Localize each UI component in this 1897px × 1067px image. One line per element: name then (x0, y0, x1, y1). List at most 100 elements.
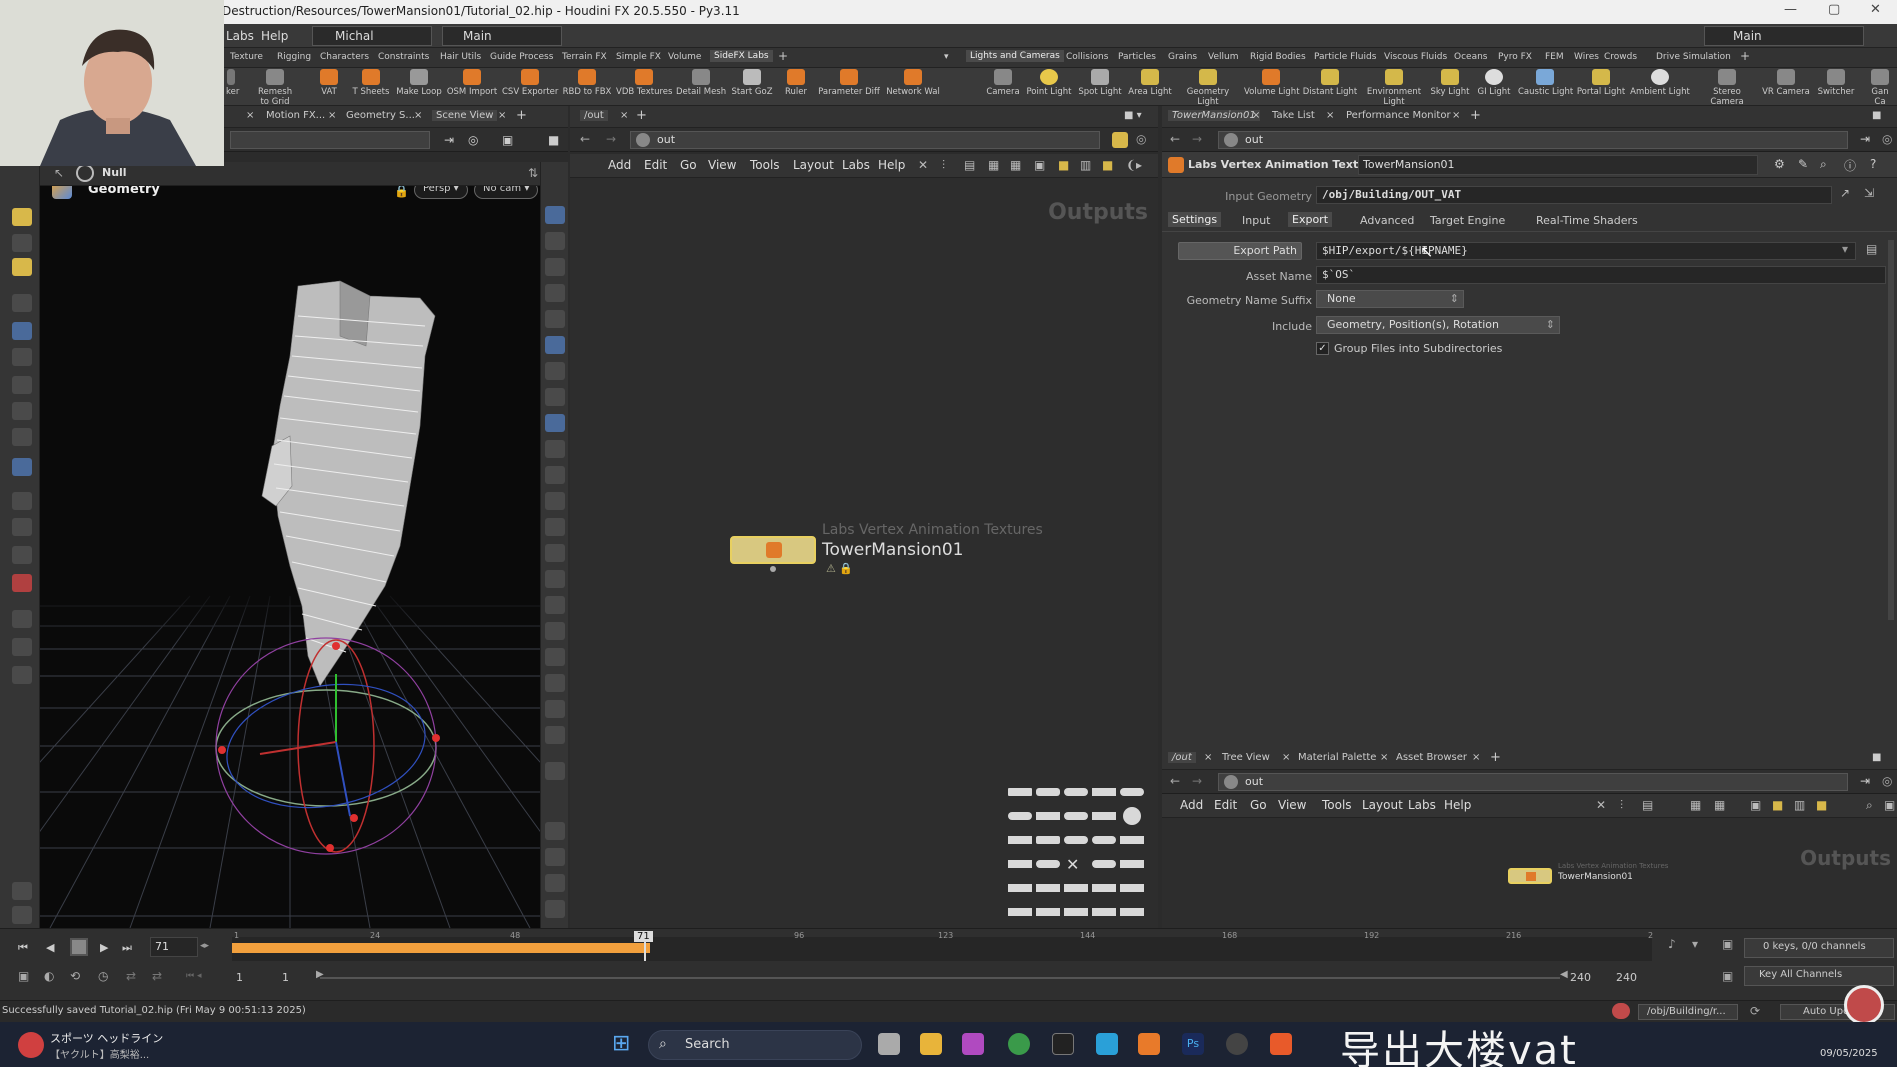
persp-dropdown[interactable]: Persp ▾ (414, 186, 468, 199)
keys-dropdown[interactable]: 0 keys, 0/0 channels (1744, 938, 1894, 958)
lower-menu-help[interactable]: Help (1444, 798, 1471, 812)
network-menu-view[interactable]: View (708, 158, 736, 172)
minimize-icon[interactable]: — (1784, 2, 1797, 17)
shelf-tool[interactable]: Volume Light (1244, 69, 1300, 97)
maximize-icon[interactable]: ▢ (1828, 2, 1840, 17)
timeline-track[interactable]: 71 1 24 48 96 123 144 168 192 216 2 (232, 931, 1653, 961)
info-icon[interactable]: ⓘ (1844, 157, 1856, 174)
pose-tool-icon[interactable] (12, 348, 32, 366)
realtime-toggle-icon[interactable]: ⇄ (152, 969, 162, 983)
add-tab-icon[interactable]: + (1470, 108, 1481, 123)
image-icon[interactable]: ▣ (1750, 798, 1761, 812)
shelf-tool[interactable]: Distant Light (1302, 69, 1358, 97)
measure-tool-icon[interactable] (12, 428, 32, 446)
tab-performance-monitor[interactable]: Performance Monitor (1346, 110, 1451, 121)
flat-icon[interactable] (545, 674, 565, 692)
display-icon[interactable]: ▣ (502, 133, 513, 147)
back-icon[interactable]: ← (1170, 132, 1180, 146)
shelf-tool[interactable]: Caustic Light (1518, 69, 1573, 97)
shelf-tool[interactable]: Network Wal (886, 69, 940, 97)
shelf-tab[interactable]: Vellum (1208, 52, 1238, 62)
render-icon[interactable] (12, 666, 32, 684)
taskbar-search-box[interactable]: ⌕ Search (648, 1030, 862, 1060)
render-region-icon[interactable] (12, 458, 32, 476)
lower-menu-tools[interactable]: Tools (1322, 798, 1352, 812)
key-icon[interactable] (545, 848, 565, 866)
desktop-dropdown[interactable]: Michal (312, 26, 432, 46)
flipbook-icon[interactable] (12, 638, 32, 656)
tab-close-icon[interactable]: × (1472, 752, 1480, 763)
scene-viewport[interactable]: Geometry 🔒 Persp ▾ No cam ▾ (40, 186, 540, 928)
news-title[interactable]: スポーツ ヘッドライン (50, 1030, 163, 1046)
tab-target-engine[interactable]: Target Engine (1430, 214, 1505, 227)
snapshot-icon[interactable]: ■ (548, 133, 559, 147)
tab-input[interactable]: Input (1242, 214, 1270, 227)
audio-icon[interactable]: ♪ (1668, 937, 1676, 951)
param-path-dropdown[interactable]: out (1218, 131, 1848, 149)
list-icon[interactable]: ▤ (1642, 798, 1653, 812)
tab-scene-view[interactable]: Scene View (432, 110, 498, 121)
export-path-field[interactable]: $HIP/export/${HIPNAME} (1316, 242, 1856, 260)
pin-icon[interactable]: ⇥ (1860, 774, 1870, 788)
shelf-tab[interactable]: Texture (230, 52, 263, 62)
shelf-tab[interactable]: Oceans (1454, 52, 1487, 62)
forward-icon[interactable]: → (1192, 132, 1202, 146)
wrench-icon[interactable]: ✕ (1596, 798, 1606, 812)
shelf-tab[interactable]: Crowds (1604, 52, 1637, 62)
shelf-tab[interactable]: Volume (668, 52, 701, 62)
export-path-dropdown-icon[interactable]: ▾ (1842, 242, 1848, 256)
shelf-menu-icon[interactable]: ▾ (944, 52, 949, 62)
node-chooser-icon[interactable]: ↗ (1840, 186, 1850, 200)
back-icon[interactable]: ← (580, 132, 590, 146)
play-icon[interactable]: ▶ (100, 941, 108, 954)
ortho-icon[interactable] (545, 726, 565, 744)
playback-end-value[interactable]: 240 (1570, 971, 1591, 984)
tab-close-icon[interactable]: × (498, 110, 506, 121)
shade-icon[interactable] (545, 596, 565, 614)
shelf-tool[interactable]: Gan Ca (1866, 69, 1894, 107)
shelf-tool[interactable]: Ambient Light (1630, 69, 1690, 97)
grid-view-icon[interactable]: ▦ (1690, 798, 1701, 812)
shelf-tool[interactable]: Make Loop (396, 69, 442, 97)
color-icon[interactable]: ■ (1102, 158, 1113, 172)
network-menu-edit[interactable]: Edit (644, 158, 667, 172)
network-status-icon[interactable] (1612, 1003, 1630, 1019)
tab-settings[interactable]: Settings (1168, 212, 1222, 227)
help-icon[interactable]: ? (1870, 157, 1876, 171)
wireframe-icon[interactable] (545, 388, 565, 406)
epic-games-icon[interactable] (1052, 1033, 1074, 1055)
link-icon[interactable]: ◎ (1882, 774, 1892, 788)
primitives-icon[interactable] (545, 518, 565, 536)
add-tab-icon[interactable]: + (516, 108, 527, 123)
windows-start-icon[interactable]: ⊞ (612, 1032, 636, 1056)
shelf-tab[interactable]: FEM (1545, 52, 1564, 62)
menu-help[interactable]: Help (261, 29, 288, 43)
group-files-checkbox[interactable]: ✓ (1316, 342, 1329, 355)
lock-camera-icon[interactable] (545, 258, 565, 276)
houdini-icon[interactable] (1138, 1033, 1160, 1055)
tab-tree-view[interactable]: Tree View (1222, 752, 1270, 763)
tab-close-icon[interactable]: × (1252, 110, 1260, 121)
gear-icon[interactable]: ⚙ (1774, 157, 1785, 171)
shading-icon[interactable] (12, 906, 32, 924)
tab-close-icon[interactable]: × (1452, 110, 1460, 121)
close-icon[interactable]: ✕ (1870, 2, 1881, 17)
geometry-display-icon[interactable] (545, 570, 565, 588)
list-icon[interactable]: ▤ (964, 158, 975, 172)
add-shelf-icon[interactable]: + (778, 49, 788, 63)
network-box-icon[interactable]: ▥ (1794, 798, 1805, 812)
jump-start-icon[interactable]: ⏮ (18, 941, 28, 955)
network-menu-help[interactable]: Help (878, 158, 905, 172)
object-path-field[interactable]: /obj/Building/r... (1638, 1004, 1738, 1020)
tab-out[interactable]: /out (580, 110, 608, 121)
shelf-tab[interactable]: Rigging (277, 52, 311, 62)
lower-menu-go[interactable]: Go (1250, 798, 1267, 812)
lower-node-name[interactable]: TowerMansion01 (1558, 872, 1633, 882)
visualizer-icon[interactable] (545, 900, 565, 918)
range-handle-icon[interactable]: ▶ (316, 969, 324, 980)
clock-icon[interactable]: ◷ (98, 969, 108, 983)
news-widget-icon[interactable] (18, 1032, 44, 1058)
realtime-icon[interactable]: ▣ (18, 969, 29, 983)
stop-button-icon[interactable] (70, 938, 88, 956)
refresh-icon[interactable]: ⟳ (1750, 1004, 1760, 1018)
